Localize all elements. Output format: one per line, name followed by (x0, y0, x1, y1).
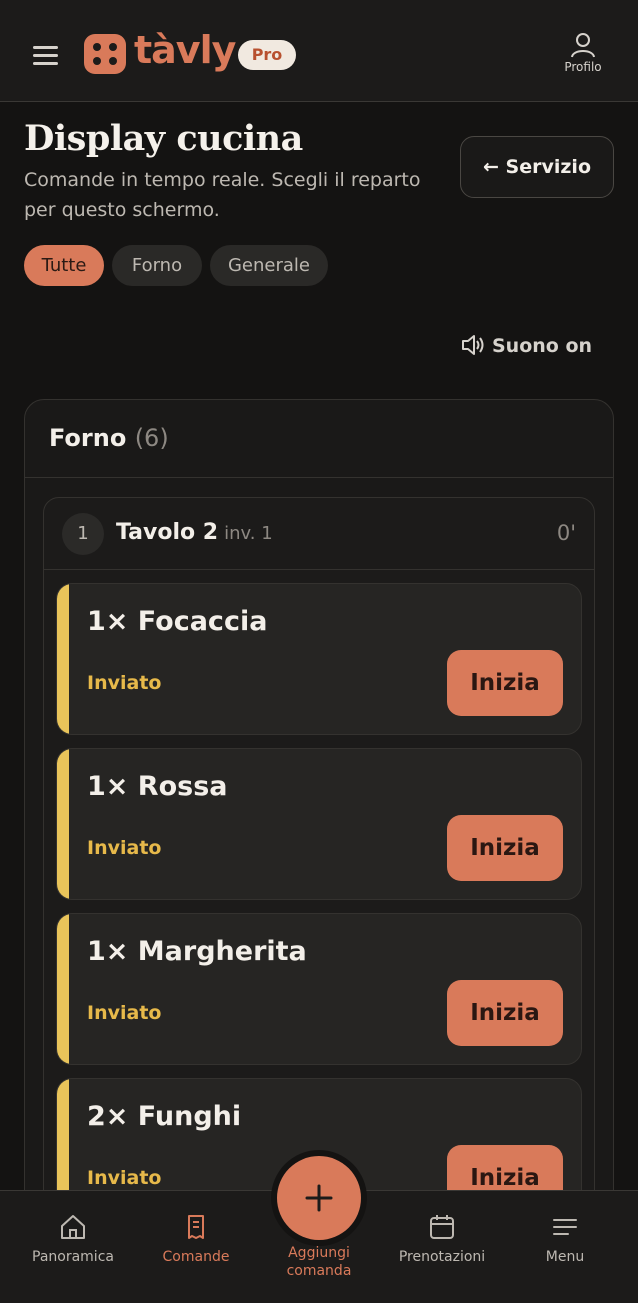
item-name: 1× Rossa (87, 771, 228, 802)
elapsed-time: 0' (556, 521, 576, 545)
profile-button[interactable]: Profilo (556, 32, 610, 82)
start-button[interactable]: Inizia (447, 815, 563, 881)
nav-label-orders: Comande (162, 1249, 230, 1265)
status-stripe (57, 914, 69, 1064)
status-stripe (57, 584, 69, 734)
brand-name: tàvly (134, 28, 236, 72)
add-order-label[interactable]: Aggiungi comanda (259, 1244, 379, 1280)
item-name: 1× Margherita (87, 936, 307, 967)
table-name: Tavolo 2 (116, 520, 219, 545)
menu-lines-icon (553, 1219, 577, 1235)
filter-chip-forno[interactable]: Forno (112, 245, 202, 286)
speaker-icon (462, 335, 484, 355)
status-stripe (57, 749, 69, 899)
sound-label: Suono on (492, 335, 593, 357)
add-order-label-line1: Aggiungi (288, 1245, 350, 1261)
add-order-fab-ring (271, 1150, 367, 1246)
top-bar: tàvly Pro Profilo (0, 0, 638, 102)
sound-toggle[interactable]: Suono on (460, 330, 592, 362)
home-icon (61, 1215, 85, 1239)
kitchen-display-page: tàvly Pro Profilo Display cucina Comande… (0, 0, 638, 1303)
sent-count: inv. 1 (224, 523, 273, 544)
calendar-icon (430, 1215, 454, 1239)
station-header: Forno (6) (25, 400, 613, 478)
item-name: 1× Focaccia (87, 606, 268, 637)
add-order-button[interactable] (277, 1156, 361, 1240)
page-title: Display cucina (24, 118, 303, 159)
logo-icon (84, 34, 126, 74)
ticket-sequence: 1 (62, 513, 104, 555)
nav-item-orders[interactable]: Comande (141, 1213, 251, 1265)
profile-label: Profilo (564, 60, 602, 74)
order-item: 1× Focaccia Inviato Inizia (56, 583, 582, 735)
item-status: Inviato (87, 672, 162, 694)
nav-label-bookings: Prenotazioni (398, 1249, 486, 1265)
station-count: (6) (134, 424, 169, 452)
start-button[interactable]: Inizia (447, 650, 563, 716)
plan-badge: Pro (238, 40, 296, 70)
nav-item-bookings[interactable]: Prenotazioni (387, 1213, 497, 1265)
receipt-icon (188, 1215, 204, 1239)
nav-item-menu[interactable]: Menu (510, 1213, 620, 1265)
item-name: 2× Funghi (87, 1101, 242, 1132)
add-order-label-line2: comanda (286, 1263, 352, 1279)
ticket-header: 1 Tavolo 2 inv. 1 0' (44, 498, 594, 570)
item-status: Inviato (87, 1002, 162, 1024)
nav-label-menu: Menu (545, 1249, 585, 1265)
ticket-table: Tavolo 2 inv. 1 (116, 520, 273, 545)
station-title: Forno (6) (49, 424, 169, 452)
order-item: 1× Margherita Inviato Inizia (56, 913, 582, 1065)
start-button[interactable]: Inizia (447, 980, 563, 1046)
nav-label-overview: Panoramica (32, 1249, 114, 1265)
item-status: Inviato (87, 837, 162, 859)
user-icon (571, 33, 595, 58)
page-subtitle: Comande in tempo reale. Scegli il repart… (24, 169, 421, 221)
filter-chip-generale[interactable]: Generale (210, 245, 328, 286)
order-item: 1× Rossa Inviato Inizia (56, 748, 582, 900)
menu-icon[interactable] (28, 40, 64, 70)
station-name: Forno (49, 424, 127, 452)
nav-item-overview[interactable]: Panoramica (18, 1213, 128, 1265)
item-status: Inviato (87, 1167, 162, 1189)
filter-chip-tutte[interactable]: Tutte (24, 245, 104, 286)
plus-icon (305, 1184, 333, 1212)
back-to-service-button[interactable]: ← Servizio (460, 136, 614, 198)
